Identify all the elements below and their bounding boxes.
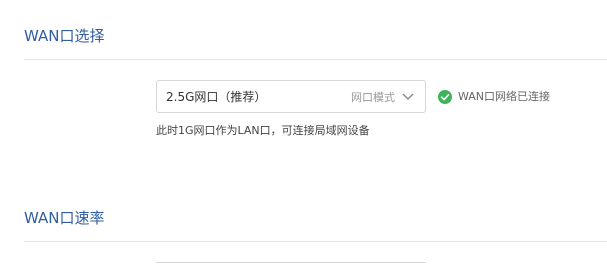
chevron-down-icon bbox=[402, 93, 414, 100]
port-mode-label: 网口模式 bbox=[351, 91, 395, 104]
section-title-wan-port-select: WAN口选择 bbox=[24, 27, 105, 45]
wan-port-select-dropdown[interactable]: 2.5G网口（推荐） 网口模式 bbox=[156, 80, 426, 113]
section-title-wan-port-rate: WAN口速率 bbox=[24, 209, 105, 227]
status-text: WAN口网络已连接 bbox=[458, 90, 551, 103]
select-value: 2.5G网口（推荐） bbox=[166, 90, 267, 104]
section-divider bbox=[24, 59, 607, 60]
check-circle-icon bbox=[438, 90, 452, 104]
section-divider bbox=[24, 241, 607, 242]
lan-port-note: 此时1G网口作为LAN口，可连接局域网设备 bbox=[156, 124, 370, 137]
